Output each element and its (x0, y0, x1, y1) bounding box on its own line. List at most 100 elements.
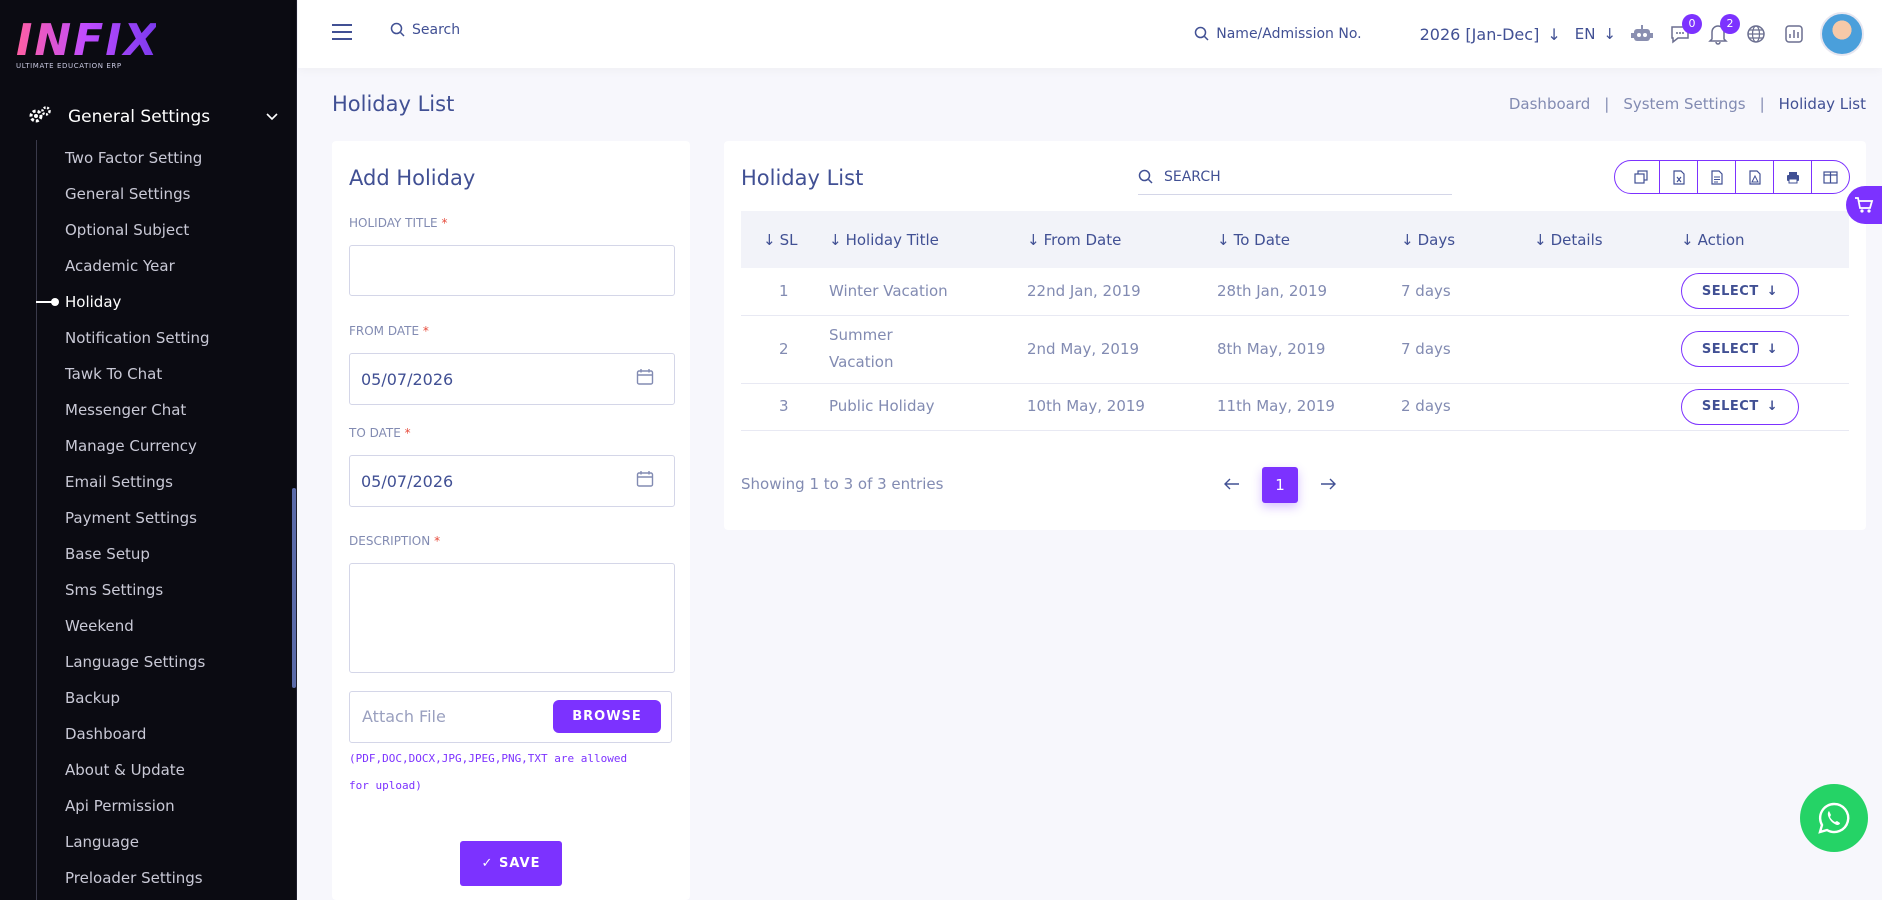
column-header-label: SL (779, 230, 798, 249)
academic-year-select[interactable]: 2026 [Jan-Dec] ↓ (1420, 25, 1561, 44)
calendar-icon[interactable] (636, 368, 654, 390)
sidebar-item-base-setup[interactable]: Base Setup (37, 536, 296, 572)
language-value: EN (1574, 25, 1596, 43)
column-header-label: Details (1550, 230, 1603, 249)
whatsapp-icon[interactable] (1800, 784, 1868, 852)
holiday-title-input[interactable] (349, 245, 675, 296)
excel-icon[interactable] (1659, 161, 1697, 193)
sidebar-item-sms-settings[interactable]: Sms Settings (37, 572, 296, 608)
column-header-holiday-title[interactable]: ↓ Holiday Title (819, 211, 1017, 268)
sidebar-item-label: Tawk To Chat (65, 365, 163, 383)
arrow-right-icon[interactable] (1320, 476, 1336, 494)
search-icon (390, 22, 405, 37)
student-search[interactable]: Name/Admission No. (1194, 26, 1362, 42)
messages-badge: 0 (1682, 14, 1702, 34)
sidebar-item-label: Academic Year (65, 257, 175, 275)
sidebar-item-two-factor-setting[interactable]: Two Factor Setting (37, 140, 296, 176)
sidebar-item-language-settings[interactable]: Language Settings (37, 644, 296, 680)
sidebar-item-manage-currency[interactable]: Manage Currency (37, 428, 296, 464)
column-header-days[interactable]: ↓ Days (1391, 211, 1524, 268)
column-header-label: From Date (1043, 230, 1122, 249)
select-label: SELECT (1701, 341, 1759, 357)
to-date-label: TO DATE * (349, 426, 411, 440)
sidebar-group-general-settings[interactable]: General Settings (28, 104, 278, 130)
sidebar-item-dashboard[interactable]: Dashboard (37, 716, 296, 752)
sidebar-item-preloader-settings[interactable]: Preloader Settings (37, 860, 296, 896)
sidebar-item-label: Base Setup (65, 545, 150, 563)
check-icon: ✓ (481, 856, 494, 871)
to-date-input[interactable]: 05/07/2026 (349, 455, 675, 507)
sidebar-item-backup[interactable]: Backup (37, 680, 296, 716)
from-date-input[interactable]: 05/07/2026 (349, 353, 675, 405)
sidebar-item-holiday[interactable]: Holiday (36, 284, 296, 320)
copy-icon[interactable] (1615, 161, 1659, 193)
top-search[interactable]: Search (390, 22, 460, 38)
select-dropdown-button[interactable]: SELECT ↓ (1681, 331, 1799, 367)
arrow-left-icon[interactable] (1224, 476, 1240, 494)
sidebar-scrollbar[interactable] (292, 488, 296, 688)
description-label: DESCRIPTION * (349, 534, 440, 548)
avatar[interactable] (1820, 12, 1864, 56)
cell-action: SELECT ↓ (1671, 315, 1849, 384)
sidebar-item-optional-subject[interactable]: Optional Subject (37, 212, 296, 248)
sidebar-item-email-settings[interactable]: Email Settings (37, 464, 296, 500)
sidebar-item-tawk-to-chat[interactable]: Tawk To Chat (37, 356, 296, 392)
calendar-icon[interactable] (636, 470, 654, 492)
holiday-table: ↓ SL ↓ Holiday Title ↓ From Date ↓ To Date ↓… (741, 211, 1849, 431)
description-textarea[interactable] (349, 563, 675, 673)
column-header-to-date[interactable]: ↓ To Date (1207, 211, 1391, 268)
sidebar-item-weekend[interactable]: Weekend (37, 608, 296, 644)
select-dropdown-button[interactable]: SELECT ↓ (1681, 273, 1799, 310)
from-date-label: FROM DATE * (349, 324, 429, 338)
sidebar-item-payment-settings[interactable]: Payment Settings (37, 500, 296, 536)
column-header-label: Action (1697, 230, 1745, 249)
column-header-from-date[interactable]: ↓ From Date (1017, 211, 1207, 268)
robot-icon[interactable] (1630, 22, 1654, 46)
cart-icon[interactable] (1846, 186, 1882, 224)
pdf-icon[interactable] (1735, 161, 1773, 193)
csv-icon[interactable] (1697, 161, 1735, 193)
print-icon[interactable] (1773, 161, 1811, 193)
sort-arrow-icon: ↓ (1534, 230, 1547, 249)
sidebar-item-about-update[interactable]: About & Update (37, 752, 296, 788)
menu-icon[interactable] (332, 24, 352, 40)
to-date-label-text: TO DATE (349, 426, 401, 440)
sidebar-item-general-settings[interactable]: General Settings (37, 176, 296, 212)
sidebar-item-language[interactable]: Language (37, 824, 296, 860)
browse-button[interactable]: BROWSE (553, 700, 661, 733)
column-header-details[interactable]: ↓ Details (1524, 211, 1671, 268)
page-number-button[interactable]: 1 (1262, 467, 1298, 503)
topbar: Search Name/Admission No. 2026 [Jan-Dec]… (298, 0, 1882, 68)
sidebar-item-api-permission[interactable]: Api Permission (37, 788, 296, 824)
select-dropdown-button[interactable]: SELECT ↓ (1681, 388, 1799, 425)
attach-file-field[interactable]: Attach File BROWSE (349, 691, 672, 743)
cell-to-date: 11th May, 2019 (1207, 383, 1391, 431)
arrow-down-icon: ↓ (1766, 283, 1779, 299)
cell-action: SELECT ↓ (1671, 268, 1849, 316)
required-mark: * (441, 216, 448, 230)
search-icon (1138, 169, 1153, 184)
columns-icon[interactable] (1811, 161, 1849, 193)
globe-icon[interactable] (1744, 22, 1768, 46)
bell-icon[interactable]: 2 (1706, 14, 1740, 46)
required-mark: * (434, 534, 441, 548)
chart-icon[interactable] (1782, 22, 1806, 46)
column-header-sl[interactable]: ↓ SL (741, 211, 819, 268)
sidebar-item-notification-setting[interactable]: Notification Setting (37, 320, 296, 356)
breadcrumb-dashboard[interactable]: Dashboard (1509, 95, 1590, 113)
table-search-input[interactable]: SEARCH (1138, 159, 1452, 195)
cell-days: 7 days (1391, 315, 1524, 384)
breadcrumb-system-settings[interactable]: System Settings (1623, 95, 1745, 113)
sidebar-item-label: Language (65, 833, 140, 851)
chat-icon[interactable]: 0 (1668, 14, 1702, 46)
file-types-note: (PDF,DOC,DOCX,JPG,JPEG,PNG,TXT are allow… (349, 752, 628, 792)
save-button[interactable]: ✓ SAVE (460, 841, 562, 886)
active-indicator (36, 298, 59, 306)
cell-details (1524, 315, 1671, 384)
brand-logo[interactable]: INFIX ULTIMATE EDUCATION ERP (16, 18, 158, 73)
language-select[interactable]: EN ↓ (1575, 25, 1616, 43)
column-header-action[interactable]: ↓ Action (1671, 211, 1849, 268)
sidebar-item-messenger-chat[interactable]: Messenger Chat (37, 392, 296, 428)
sidebar-item-academic-year[interactable]: Academic Year (37, 248, 296, 284)
from-date-label-text: FROM DATE (349, 324, 420, 338)
